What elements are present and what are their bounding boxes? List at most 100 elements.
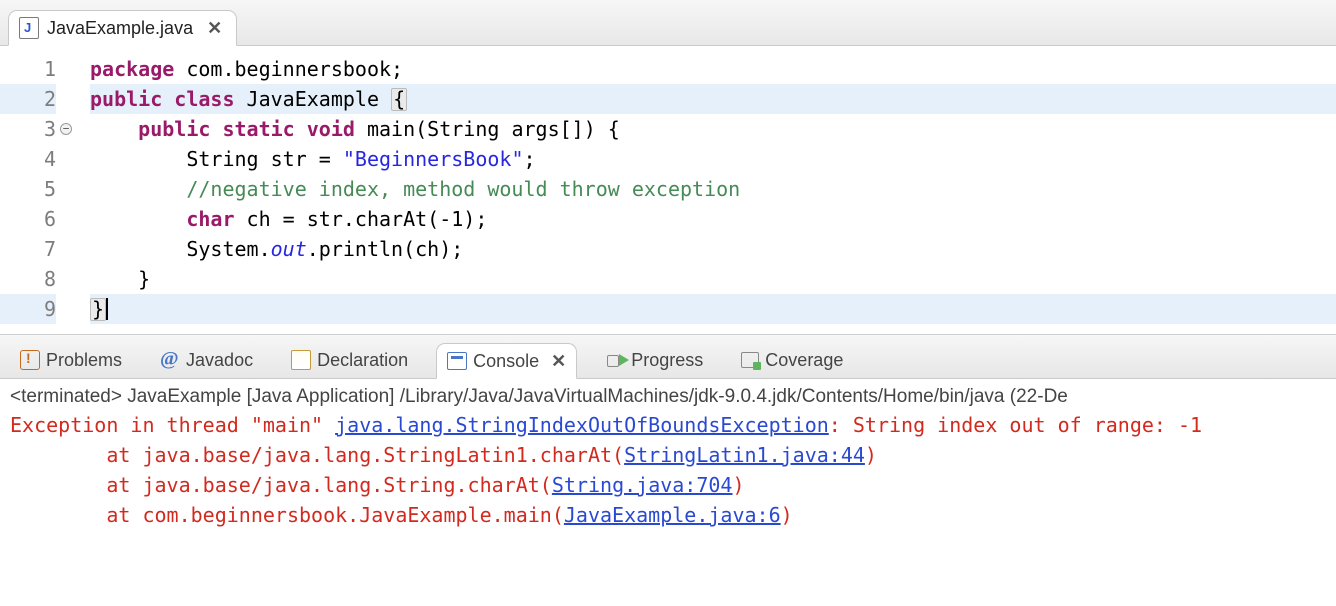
- line-number: 9: [18, 294, 56, 324]
- code-area[interactable]: 123−456789 package com.beginnersbook;pub…: [0, 46, 1336, 335]
- views-tab-bar: Problems @Javadoc Declaration Console ✕ Prog…: [0, 335, 1336, 379]
- code-line[interactable]: char ch = str.charAt(-1);: [90, 204, 1336, 234]
- view-tab-label: Coverage: [765, 350, 843, 371]
- code-token: }: [90, 298, 106, 321]
- stacktrace-link[interactable]: StringLatin1.java:44: [624, 443, 865, 467]
- console-termination-label: <terminated> JavaExample [Java Applicati…: [10, 383, 1330, 410]
- view-tab-label: Declaration: [317, 350, 408, 371]
- code-token: com.beginnersbook;: [174, 57, 403, 81]
- code-token: [295, 117, 307, 141]
- code-token: out: [271, 237, 307, 261]
- marker-cell: [0, 264, 18, 294]
- code-token: package: [90, 57, 174, 81]
- console-line: at com.beginnersbook.JavaExample.main(Ja…: [10, 500, 1330, 530]
- console-line: Exception in thread "main" java.lang.Str…: [10, 410, 1330, 440]
- close-icon[interactable]: ✕: [545, 351, 566, 372]
- view-tab-javadoc[interactable]: @Javadoc: [150, 342, 263, 378]
- line-number: 1: [18, 54, 56, 84]
- java-file-icon: [19, 17, 39, 39]
- code-token: [90, 207, 186, 231]
- console-text: ): [865, 443, 877, 467]
- close-icon[interactable]: ✕: [201, 18, 222, 39]
- console-output[interactable]: Exception in thread "main" java.lang.Str…: [10, 410, 1330, 530]
- code-token: public: [90, 87, 162, 111]
- editor-tab-bar: JavaExample.java ✕: [0, 0, 1336, 46]
- code-line[interactable]: package com.beginnersbook;: [90, 54, 1336, 84]
- code-token: ;: [524, 147, 536, 171]
- code-token: System.: [90, 237, 271, 261]
- stacktrace-link[interactable]: JavaExample.java:6: [564, 503, 781, 527]
- line-number: 7: [18, 234, 56, 264]
- marker-cell: [0, 54, 18, 84]
- code-token: main(String args[]) {: [355, 117, 620, 141]
- marker-cell: [0, 234, 18, 264]
- code-body[interactable]: package com.beginnersbook;public class J…: [80, 54, 1336, 324]
- line-number: 8: [18, 264, 56, 294]
- view-tab-label: Problems: [46, 350, 122, 371]
- view-tab-label: Console: [473, 351, 539, 372]
- view-tab-coverage[interactable]: Coverage: [731, 342, 853, 378]
- code-line[interactable]: System.out.println(ch);: [90, 234, 1336, 264]
- code-token: }: [90, 267, 150, 291]
- view-tab-progress[interactable]: Progress: [595, 342, 713, 378]
- marker-strip: [0, 54, 18, 324]
- view-tab-console[interactable]: Console ✕: [436, 343, 577, 379]
- code-line[interactable]: //negative index, method would throw exc…: [90, 174, 1336, 204]
- code-token: //negative index, method would throw exc…: [186, 177, 740, 201]
- marker-cell: [0, 114, 18, 144]
- progress-icon: [605, 350, 625, 370]
- code-token: public: [138, 117, 210, 141]
- declaration-icon: [291, 350, 311, 370]
- console-pane: <terminated> JavaExample [Java Applicati…: [0, 379, 1336, 534]
- code-line[interactable]: public class JavaExample {: [90, 84, 1336, 114]
- code-token: "BeginnersBook": [343, 147, 524, 171]
- console-line: at java.base/java.lang.StringLatin1.char…: [10, 440, 1330, 470]
- code-token: String str =: [90, 147, 343, 171]
- console-icon: [447, 352, 467, 370]
- view-tab-label: Javadoc: [186, 350, 253, 371]
- code-token: char: [186, 207, 234, 231]
- code-line[interactable]: public static void main(String args[]) {: [90, 114, 1336, 144]
- editor-tab-filename: JavaExample.java: [47, 18, 193, 39]
- code-token: {: [391, 88, 407, 111]
- code-token: JavaExample: [235, 87, 392, 111]
- line-number: 4: [18, 144, 56, 174]
- problems-icon: [20, 350, 40, 370]
- view-tab-problems[interactable]: Problems: [10, 342, 132, 378]
- code-token: static: [222, 117, 294, 141]
- console-text: ): [781, 503, 793, 527]
- console-text: : String index out of range: -1: [829, 413, 1202, 437]
- editor-tab[interactable]: JavaExample.java ✕: [8, 10, 237, 46]
- code-token: [210, 117, 222, 141]
- line-number-gutter: 123−456789: [18, 54, 62, 324]
- line-number: 2: [18, 84, 56, 114]
- code-token: [90, 117, 138, 141]
- marker-cell: [0, 174, 18, 204]
- stacktrace-link[interactable]: String.java:704: [552, 473, 733, 497]
- view-tab-label: Progress: [631, 350, 703, 371]
- fold-strip: [62, 54, 80, 324]
- console-text: at com.beginnersbook.JavaExample.main(: [10, 503, 564, 527]
- view-tab-decl[interactable]: Declaration: [281, 342, 418, 378]
- editor-pane: JavaExample.java ✕ 123−456789 package co…: [0, 0, 1336, 335]
- marker-cell: [0, 144, 18, 174]
- code-token: [162, 87, 174, 111]
- console-text: at java.base/java.lang.String.charAt(: [10, 473, 552, 497]
- line-number: 6: [18, 204, 56, 234]
- marker-cell: [0, 294, 18, 324]
- stacktrace-link[interactable]: java.lang.StringIndexOutOfBoundsExceptio…: [335, 413, 829, 437]
- code-token: .println(ch);: [307, 237, 464, 261]
- console-line: at java.base/java.lang.String.charAt(Str…: [10, 470, 1330, 500]
- fold-toggle-icon[interactable]: −: [60, 123, 72, 135]
- console-text: at java.base/java.lang.StringLatin1.char…: [10, 443, 624, 467]
- line-number: 5: [18, 174, 56, 204]
- code-line[interactable]: String str = "BeginnersBook";: [90, 144, 1336, 174]
- line-number: 3−: [18, 114, 56, 144]
- coverage-icon: [741, 352, 759, 368]
- code-token: [90, 177, 186, 201]
- code-line[interactable]: }: [90, 264, 1336, 294]
- code-line[interactable]: }: [90, 294, 1336, 324]
- code-token: ch = str.charAt(-1);: [235, 207, 488, 231]
- console-text: ): [732, 473, 744, 497]
- console-text: Exception in thread "main": [10, 413, 335, 437]
